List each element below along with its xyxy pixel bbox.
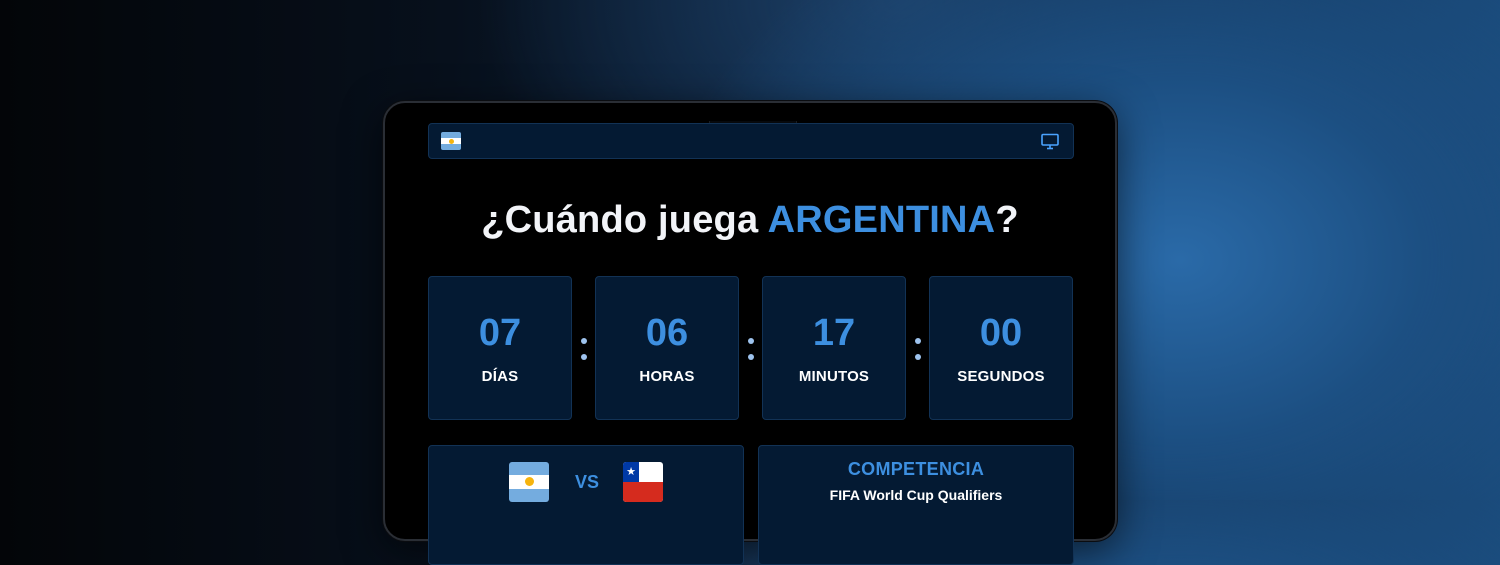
countdown-label: MINUTOS xyxy=(798,368,870,385)
countdown-separator xyxy=(581,338,587,362)
countdown-minutes: 17 MINUTOS xyxy=(762,276,906,420)
argentina-flag-icon[interactable] xyxy=(441,132,461,150)
countdown-value: 00 xyxy=(979,312,1023,354)
countdown-separator xyxy=(748,338,754,362)
vs-label: VS xyxy=(574,472,599,492)
laptop-frame: ¿Cuándo juega ARGENTINA? 07 DÍAS 06 HORA… xyxy=(383,101,1117,565)
argentina-flag-icon xyxy=(509,462,549,502)
match-card: VS ★ xyxy=(428,445,744,565)
top-bar xyxy=(428,123,1074,159)
countdown-hours: 06 HORAS xyxy=(595,276,739,420)
countdown-label: HORAS xyxy=(639,368,695,385)
countdown-label: DÍAS xyxy=(481,368,519,385)
countdown-days: 07 DÍAS xyxy=(428,276,572,420)
countdown-value: 07 xyxy=(478,312,522,354)
page-title: ¿Cuándo juega ARGENTINA? xyxy=(385,199,1115,242)
countdown-value: 17 xyxy=(812,312,856,354)
title-prefix: ¿Cuándo juega xyxy=(481,199,768,241)
title-suffix: ? xyxy=(995,199,1019,241)
monitor-icon[interactable] xyxy=(1041,133,1059,150)
countdown-seconds: 00 SEGUNDOS xyxy=(929,276,1073,420)
competition-card: COMPETENCIA FIFA World Cup Qualifiers xyxy=(758,445,1074,565)
countdown-separator xyxy=(915,338,921,362)
countdown-label: SEGUNDOS xyxy=(957,368,1045,385)
competition-value: FIFA World Cup Qualifiers xyxy=(829,487,1003,503)
competition-title: COMPETENCIA xyxy=(847,459,985,479)
chile-flag-icon: ★ xyxy=(623,462,663,502)
countdown-value: 06 xyxy=(645,312,689,354)
title-highlight: ARGENTINA xyxy=(767,199,996,241)
